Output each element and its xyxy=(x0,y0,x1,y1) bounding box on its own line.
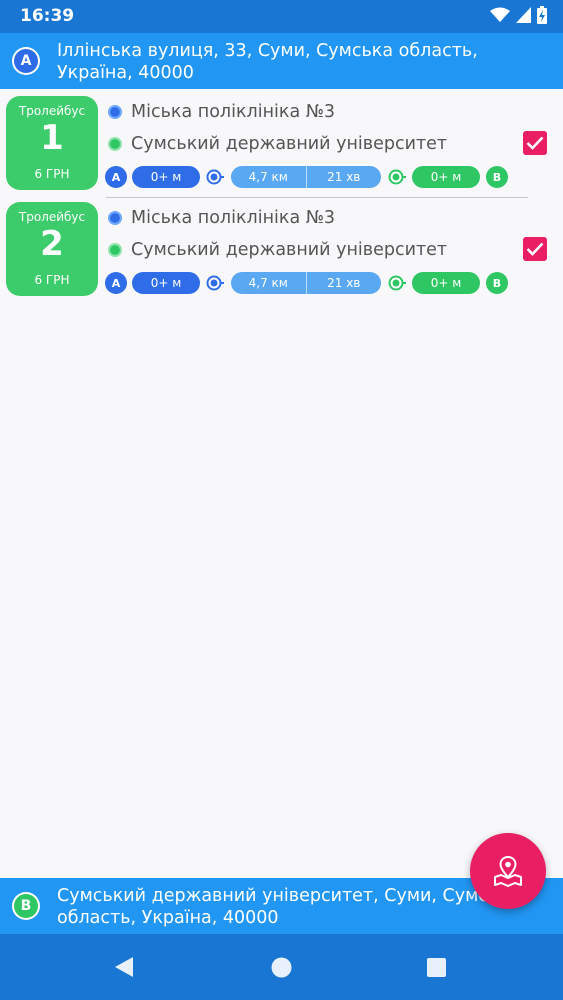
departure-stop-icon xyxy=(108,105,122,119)
battery-icon xyxy=(537,6,547,24)
ride-duration: 21 хв xyxy=(327,276,361,290)
transport-type: Тролейбус xyxy=(18,210,86,224)
map-view-fab[interactable] xyxy=(470,833,546,909)
departure-stop-icon xyxy=(108,211,122,225)
destination-address: Сумський державний університет, Суми, Су… xyxy=(57,886,520,928)
arrival-stop-icon xyxy=(108,137,122,151)
status-time: 16:39 xyxy=(20,6,75,26)
wifi-icon xyxy=(490,7,510,22)
ride-duration: 21 хв xyxy=(327,170,361,184)
status-icons xyxy=(490,6,547,24)
transport-type: Тролейбус xyxy=(18,104,86,118)
departure-stop-row: Міська поліклініка №3 xyxy=(108,206,335,230)
departure-stop-name: Міська поліклініка №3 xyxy=(131,208,336,228)
departure-stop-row: Міська поліклініка №3 xyxy=(108,100,335,124)
recents-icon[interactable] xyxy=(427,958,446,977)
fare-price: 6 ГРН xyxy=(34,273,70,287)
ride-segment-pill: 4,7 км 21 хв xyxy=(231,272,381,294)
arrival-stop-name: Сумський державний університет xyxy=(131,134,448,154)
arrival-stop-name: Сумський державний університет xyxy=(131,240,448,260)
board-stop-icon xyxy=(206,275,224,291)
route-badge: Тролейбус 2 6 ГРН xyxy=(6,202,98,296)
origin-bar[interactable]: A Іллінська вулиця, 33, Суми, Сумська об… xyxy=(0,33,563,89)
map-pin-icon xyxy=(494,855,522,887)
back-icon[interactable] xyxy=(114,956,134,978)
destination-marker-label: B xyxy=(14,894,38,918)
walk-from-stop-pill: 0+ м xyxy=(412,272,480,294)
origin-marker: A xyxy=(12,47,40,75)
status-bar: 16:39 xyxy=(0,0,563,33)
cellular-icon xyxy=(516,7,531,23)
arrival-stop-icon xyxy=(108,243,122,257)
route-select-checkbox[interactable] xyxy=(523,237,547,261)
route-number: 1 xyxy=(40,118,64,158)
departure-stop-name: Міська поліклініка №3 xyxy=(131,102,336,122)
home-icon[interactable] xyxy=(271,957,292,978)
route-badge: Тролейбус 1 6 ГРН xyxy=(6,96,98,190)
end-point-marker: B xyxy=(486,166,508,188)
route-card[interactable]: Тролейбус 2 6 ГРН Міська поліклініка №3 … xyxy=(0,198,563,304)
start-point-marker: A xyxy=(105,272,127,294)
arrival-stop-row: Сумський державний університет xyxy=(108,132,447,156)
check-icon xyxy=(526,136,544,150)
exit-stop-icon xyxy=(388,169,406,185)
origin-marker-label: A xyxy=(14,49,38,73)
ride-distance: 4,7 км xyxy=(248,276,288,290)
origin-address: Іллінська вулиця, 33, Суми, Сумська обла… xyxy=(57,41,478,83)
navigation-bar xyxy=(0,934,563,1000)
destination-marker: B xyxy=(12,892,40,920)
exit-stop-icon xyxy=(388,275,406,291)
route-select-checkbox[interactable] xyxy=(523,131,547,155)
start-point-marker: A xyxy=(105,166,127,188)
ride-segment-pill: 4,7 км 21 хв xyxy=(231,166,381,188)
end-point-marker: B xyxy=(486,272,508,294)
walk-to-stop-pill: 0+ м xyxy=(132,166,200,188)
route-number: 2 xyxy=(40,224,64,264)
arrival-stop-row: Сумський державний університет xyxy=(108,238,447,262)
check-icon xyxy=(526,242,544,256)
ride-distance: 4,7 км xyxy=(248,170,288,184)
board-stop-icon xyxy=(206,169,224,185)
route-card[interactable]: Тролейбус 1 6 ГРН Міська поліклініка №3 … xyxy=(0,92,563,198)
walk-from-stop-pill: 0+ м xyxy=(412,166,480,188)
fare-price: 6 ГРН xyxy=(34,167,70,181)
walk-to-stop-pill: 0+ м xyxy=(132,272,200,294)
